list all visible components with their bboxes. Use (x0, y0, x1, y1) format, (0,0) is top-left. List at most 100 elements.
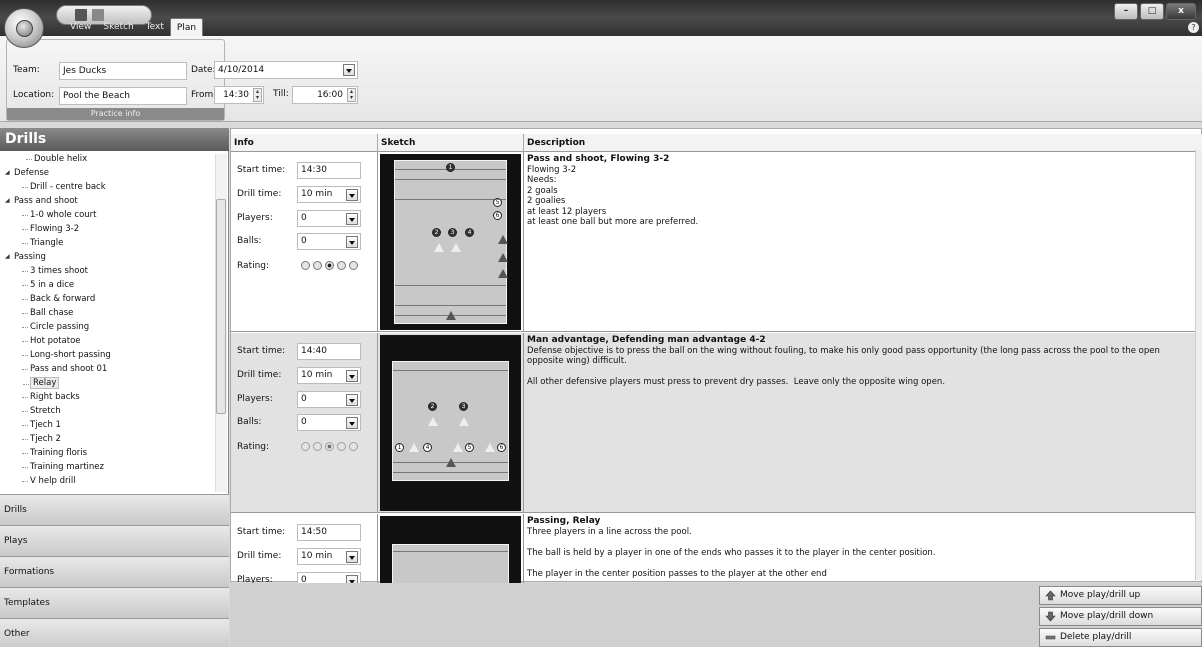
chevron-down-icon[interactable] (346, 370, 358, 382)
rating-radio[interactable] (337, 442, 346, 451)
tree-category[interactable]: Passing (5, 251, 46, 263)
help-icon[interactable]: ? (1188, 22, 1199, 33)
tree-item[interactable]: Stretch (22, 405, 61, 417)
chevron-down-icon[interactable] (346, 236, 358, 248)
sketch-cell: 1 5 6 2 3 4 (378, 152, 524, 331)
window-controls: – □ x (1114, 3, 1196, 20)
nav-plays[interactable]: Plays (0, 525, 229, 556)
tree-item[interactable]: Drill - centre back (22, 181, 106, 193)
tab-text[interactable]: Text (140, 18, 170, 36)
tree-scroll-thumb[interactable] (216, 199, 226, 414)
till-time-stepper[interactable]: 16:00 ▴ ▾ (292, 86, 358, 104)
rating-radio[interactable] (313, 442, 322, 451)
start-time-field[interactable]: 14:30 (297, 162, 361, 179)
grid-scrollbar[interactable] (1195, 150, 1202, 580)
description-cell[interactable]: Pass and shoot, Flowing 3-2 Flowing 3-2 N… (524, 152, 1199, 331)
drill-time-label: Drill time: (237, 189, 282, 199)
nav-templates[interactable]: Templates (0, 587, 229, 618)
tree-item[interactable]: Hot potatoe (22, 335, 81, 347)
application-menu-button[interactable] (4, 8, 44, 48)
move-up-label: Move play/drill up (1060, 590, 1141, 600)
table-row[interactable]: Start time: 14:40 Drill time: 10 min Pla… (231, 333, 1199, 513)
delete-button[interactable]: Delete play/drill (1039, 628, 1202, 647)
rating-radio[interactable] (325, 261, 334, 270)
column-header-info[interactable]: Info (231, 134, 378, 152)
move-down-label: Move play/drill down (1060, 611, 1154, 621)
table-row[interactable]: Start time: 14:30 Drill time: 10 min Pla… (231, 152, 1199, 332)
tree-item[interactable]: Flowing 3-2 (21, 223, 79, 235)
team-field[interactable]: Jes Ducks (59, 62, 187, 80)
rating-radio[interactable] (313, 261, 322, 270)
drill-time-select[interactable]: 10 min (297, 548, 361, 565)
tab-plan[interactable]: Plan (169, 18, 204, 36)
tab-view[interactable]: View (64, 18, 97, 36)
chevron-down-icon[interactable] (346, 394, 358, 406)
table-row[interactable]: Start time: 14:50 Drill time: 10 min Pla… (231, 514, 1199, 589)
tree-category[interactable]: Defense (5, 167, 49, 179)
balls-select[interactable]: 0 (297, 414, 361, 431)
chevron-down-icon[interactable] (346, 189, 358, 201)
chevron-down-icon[interactable] (346, 551, 358, 563)
rating-radio[interactable] (301, 261, 310, 270)
tab-sketch[interactable]: Sketch (97, 18, 139, 36)
tree-item[interactable]: Back & forward (21, 293, 95, 305)
description-cell[interactable]: Man advantage, Defending man advantage 4… (524, 333, 1199, 512)
arrow-down-icon (1045, 611, 1056, 622)
players-select[interactable]: 0 (297, 391, 361, 408)
tree-item[interactable]: 5 in a dice (21, 279, 74, 291)
rating-radio[interactable] (301, 442, 310, 451)
tree-category[interactable]: Pass and shoot (5, 195, 78, 207)
balls-select[interactable]: 0 (297, 233, 361, 250)
start-time-field[interactable]: 14:50 (297, 524, 361, 541)
nav-other[interactable]: Other (0, 618, 229, 647)
rating-radio[interactable] (325, 442, 334, 451)
tree-item[interactable]: 3 times shoot (22, 265, 88, 277)
date-picker[interactable]: 4/10/2014 (214, 61, 358, 79)
tree-item[interactable]: Pass and shoot 01 (21, 363, 107, 375)
delete-label: Delete play/drill (1060, 632, 1132, 642)
rating-radio[interactable] (349, 261, 358, 270)
close-button[interactable]: x (1166, 3, 1196, 20)
start-time-field[interactable]: 14:40 (297, 343, 361, 360)
location-field[interactable]: Pool the Beach (59, 87, 187, 105)
drill-time-select[interactable]: 10 min (297, 186, 361, 203)
rating-control[interactable] (301, 442, 358, 451)
tree-item[interactable]: Double helix (25, 153, 87, 165)
tree-item[interactable]: Training martinez (22, 461, 104, 473)
minimize-button[interactable]: – (1114, 3, 1138, 20)
rating-control[interactable] (301, 261, 358, 270)
chevron-down-icon[interactable] (346, 417, 358, 429)
spin-icon[interactable]: ▴ ▾ (347, 88, 356, 102)
drill-time-select[interactable]: 10 min (297, 367, 361, 384)
tree-item[interactable]: 1-0 whole court (22, 209, 97, 221)
tree-item[interactable]: Right backs (22, 391, 80, 403)
tree-item[interactable]: Ball chase (21, 307, 73, 319)
move-up-button[interactable]: Move play/drill up (1039, 586, 1202, 605)
drill-time-value: 10 min (301, 551, 333, 561)
tree-item[interactable]: Circle passing (21, 321, 89, 333)
chevron-down-icon[interactable] (346, 213, 358, 225)
drill-time-value: 10 min (301, 370, 333, 380)
nav-drills[interactable]: Drills (0, 494, 229, 525)
tree-item[interactable]: Training floris (21, 447, 87, 459)
tree-item[interactable]: Tjech 2 (22, 433, 61, 445)
column-header-sketch[interactable]: Sketch (378, 134, 524, 152)
tree-item[interactable]: Relay (22, 377, 60, 389)
chevron-down-icon[interactable] (343, 64, 355, 76)
tree-item[interactable]: V help drill (22, 475, 76, 487)
nav-formations[interactable]: Formations (0, 556, 229, 587)
description-cell[interactable]: Passing, Relay Three players in a line ac… (524, 514, 1199, 583)
from-time-stepper[interactable]: 14:30 ▴ ▾ (214, 86, 264, 104)
column-header-description[interactable]: Description (524, 134, 1199, 152)
maximize-button[interactable]: □ (1140, 3, 1164, 20)
rating-radio[interactable] (349, 442, 358, 451)
spin-icon[interactable]: ▴ ▾ (253, 88, 262, 102)
players-select[interactable]: 0 (297, 210, 361, 227)
drill-title: Pass and shoot, Flowing 3-2 (527, 154, 670, 164)
start-time-label: Start time: (237, 527, 286, 537)
tree-item[interactable]: Tjech 1 (22, 419, 61, 431)
tree-item[interactable]: Long-short passing (22, 349, 111, 361)
move-down-button[interactable]: Move play/drill down (1039, 607, 1202, 626)
tree-item[interactable]: Triangle (21, 237, 63, 249)
rating-radio[interactable] (337, 261, 346, 270)
